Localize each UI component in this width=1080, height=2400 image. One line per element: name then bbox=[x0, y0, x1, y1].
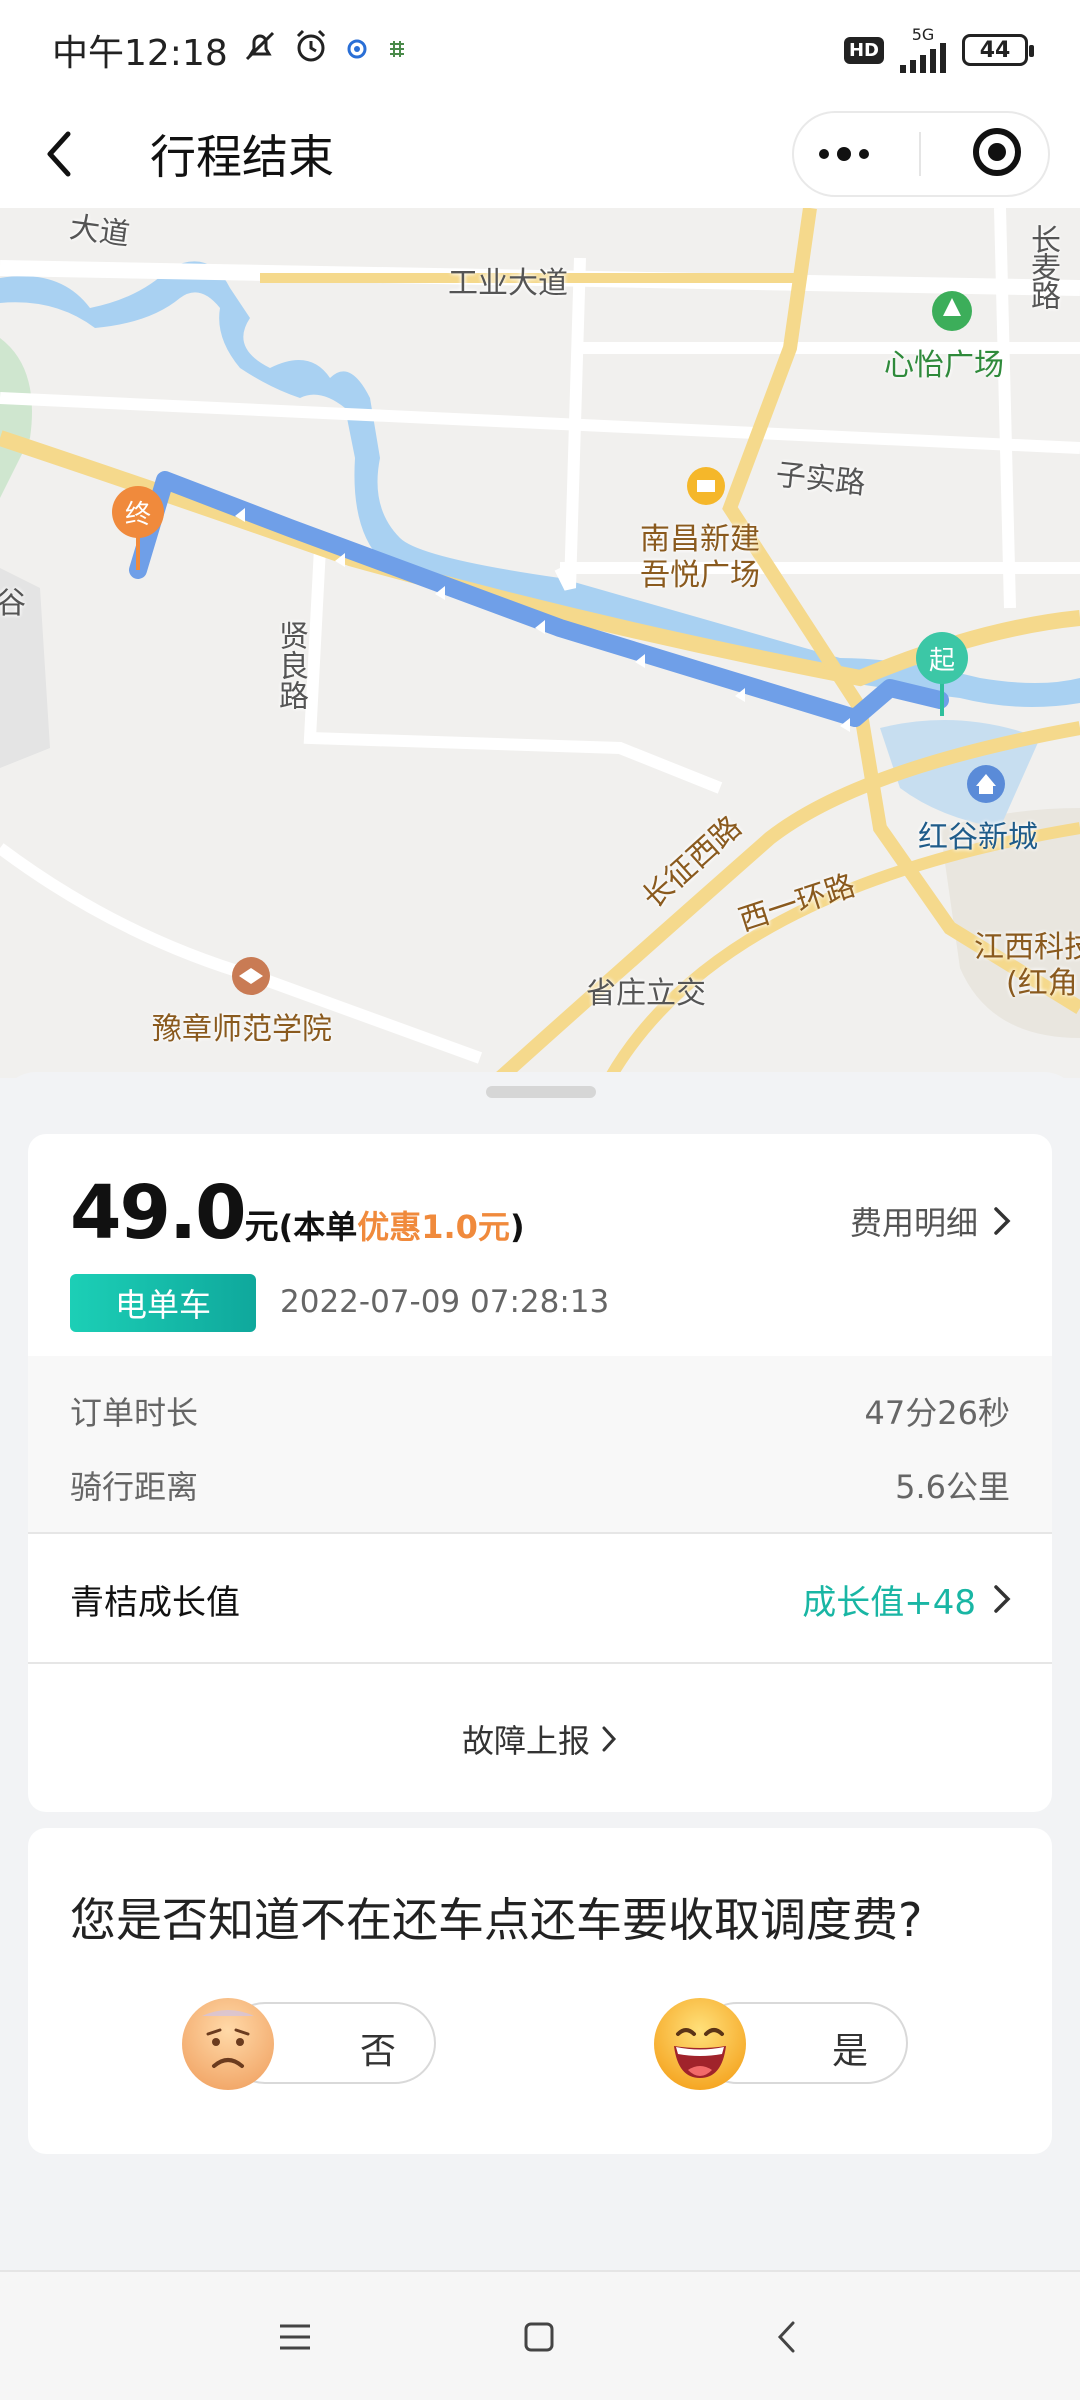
fare-card: 49.0 元 (本单 优惠1.0元 ) 费用明细 电单车 2022-07-09 … bbox=[28, 1134, 1052, 1812]
map-label-gu: 谷 bbox=[0, 586, 26, 621]
growth-value-row[interactable]: 青桔成长值 成长值+48 bbox=[28, 1536, 1052, 1664]
system-navigation-bar bbox=[0, 2270, 1080, 2400]
alarm-icon bbox=[292, 27, 330, 74]
stat-distance-value: 5.6公里 bbox=[895, 1468, 1010, 1506]
chevron-left-icon[interactable] bbox=[30, 124, 90, 184]
fare-unit: 元 bbox=[244, 1207, 279, 1247]
stat-distance: 骑行距离 5.6公里 bbox=[70, 1462, 1010, 1508]
trip-datetime: 2022-07-09 07:28:13 bbox=[280, 1284, 610, 1320]
battery-level: 44 bbox=[979, 37, 1011, 63]
map-label-hongu: 红谷新城 bbox=[918, 820, 1038, 855]
end-marker-label: 终 bbox=[124, 500, 151, 530]
map-label-nanchang-2: 吾悦广场 bbox=[640, 558, 760, 593]
network-type: 5G bbox=[911, 25, 935, 44]
fault-report-label: 故障上报 bbox=[461, 1722, 590, 1760]
map-label-zishi: 子实路 bbox=[774, 457, 868, 502]
miniapp-capsule bbox=[792, 111, 1050, 197]
fare-discount: 优惠1.0元 bbox=[357, 1208, 510, 1246]
map-label-jiangxi-2: (红角 bbox=[1006, 966, 1078, 1001]
status-bar: 中午12:18 HD 5G 44 bbox=[0, 0, 1080, 100]
map-label-dadao: 大道 bbox=[67, 209, 132, 253]
nav-bar: 行程结束 bbox=[0, 100, 1080, 208]
stat-duration-label: 订单时长 bbox=[70, 1394, 199, 1432]
survey-yes-button[interactable]: 是 bbox=[654, 1998, 908, 2090]
map-label-xianliang: 贤良路 bbox=[273, 620, 308, 710]
map-label-changmai: 长麦路 bbox=[1025, 224, 1060, 308]
start-marker[interactable]: 起 bbox=[914, 630, 970, 720]
chevron-right-icon bbox=[602, 1726, 617, 1752]
fare-amount: 49.0 bbox=[70, 1170, 247, 1256]
survey-question: 您是否知道不在还车点还车要收取调度费? bbox=[70, 1893, 923, 1947]
hd-icon: HD bbox=[843, 36, 884, 64]
stat-duration-value: 47分26秒 bbox=[864, 1394, 1010, 1432]
app-notification-icon bbox=[344, 30, 370, 71]
mute-bell-icon bbox=[242, 28, 278, 73]
trip-stats: 订单时长 47分26秒 骑行距离 5.6公里 bbox=[28, 1356, 1052, 1534]
fault-report-button[interactable]: 故障上报 bbox=[28, 1666, 1052, 1812]
menu-icon[interactable] bbox=[270, 2312, 320, 2362]
map-label-xinyi: 心怡广场 bbox=[884, 348, 1004, 383]
map-label-shengzhuang: 省庄立交 bbox=[586, 976, 706, 1011]
sheet-drag-handle[interactable] bbox=[486, 1086, 596, 1098]
vehicle-type-badge: 电单车 bbox=[70, 1274, 256, 1332]
growth-label: 青桔成长值 bbox=[70, 1582, 240, 1623]
signal-icon: 5G bbox=[900, 27, 946, 73]
app-notification-icon-2 bbox=[384, 30, 410, 71]
growth-value-text: 成长值+48 bbox=[802, 1582, 976, 1623]
map-label-yuzhang: 豫章师范学院 bbox=[152, 1012, 332, 1047]
survey-no-label: 否 bbox=[359, 2031, 396, 2072]
start-marker-label: 起 bbox=[928, 646, 955, 676]
stat-duration: 订单时长 47分26秒 bbox=[70, 1388, 1010, 1434]
fare-note-suffix: ) bbox=[509, 1208, 525, 1246]
end-marker[interactable]: 终 bbox=[110, 484, 166, 574]
laughing-face-icon bbox=[652, 1996, 748, 2092]
trip-summary-sheet: 49.0 元 (本单 优惠1.0元 ) 费用明细 电单车 2022-07-09 … bbox=[0, 1072, 1080, 2270]
page-title: 行程结束 bbox=[150, 130, 334, 184]
back-icon[interactable] bbox=[762, 2312, 812, 2362]
fee-detail-link[interactable]: 费用明细 bbox=[850, 1198, 1012, 1244]
chevron-right-icon bbox=[994, 1585, 1011, 1613]
status-time: 中午12:18 bbox=[52, 33, 228, 74]
survey-no-button[interactable]: 否 bbox=[182, 1998, 436, 2090]
sad-face-icon bbox=[180, 1996, 276, 2092]
map-label-gongye: 工业大道 bbox=[448, 266, 568, 301]
route-map[interactable]: 终 起 工业大道 大道 长麦路 心怡广场 子实路 南昌新建 吾悦广场 贤良路 长… bbox=[0, 208, 1080, 1078]
survey-yes-label: 是 bbox=[831, 2031, 868, 2072]
price-row: 49.0 元 (本单 优惠1.0元 ) bbox=[70, 1170, 525, 1256]
fare-note-prefix: (本单 bbox=[278, 1208, 358, 1246]
survey-card: 您是否知道不在还车点还车要收取调度费? 否 是 bbox=[28, 1828, 1052, 2154]
battery-icon: 44 bbox=[962, 34, 1034, 66]
growth-value: 成长值+48 bbox=[802, 1575, 1012, 1624]
more-dots-icon[interactable] bbox=[819, 147, 869, 161]
target-close-icon[interactable] bbox=[971, 126, 1023, 182]
capsule-divider bbox=[919, 132, 921, 176]
chevron-right-icon bbox=[994, 1207, 1011, 1235]
home-icon[interactable] bbox=[514, 2312, 564, 2362]
fee-detail-label: 费用明细 bbox=[849, 1204, 978, 1242]
stat-distance-label: 骑行距离 bbox=[70, 1468, 199, 1506]
